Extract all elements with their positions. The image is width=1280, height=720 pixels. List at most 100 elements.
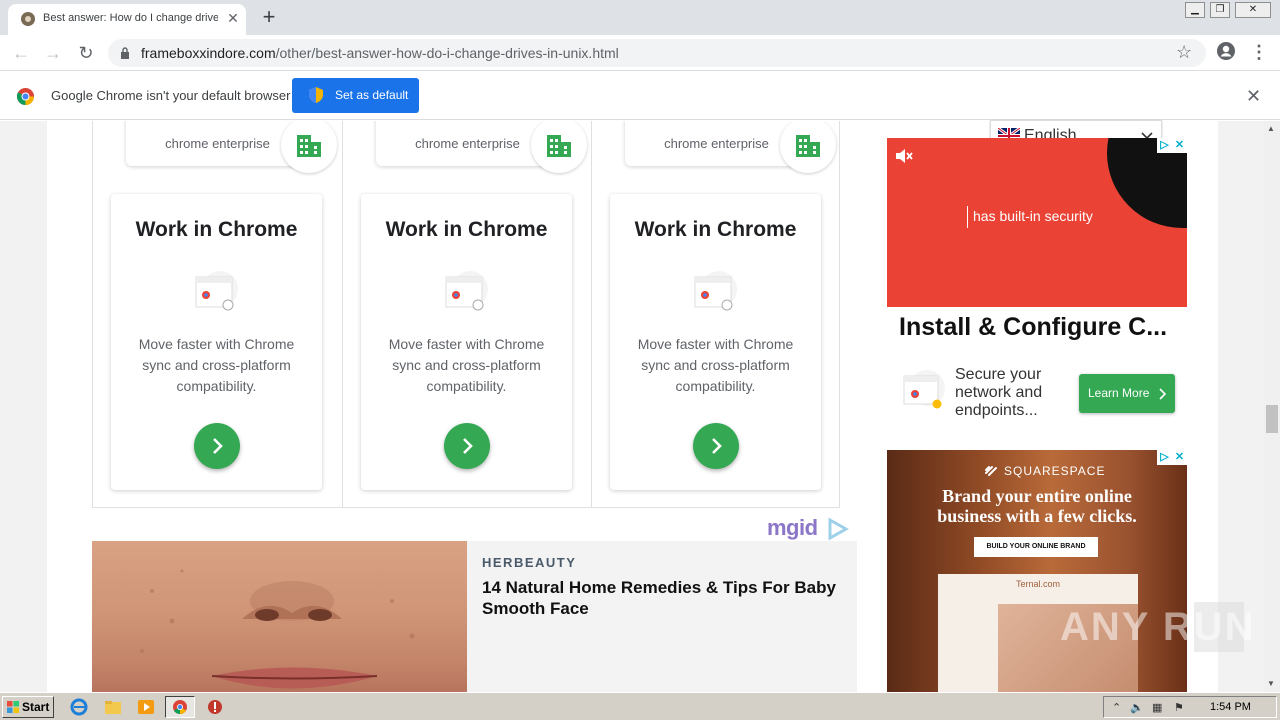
face-photo	[92, 541, 467, 692]
preview-brand: Ternal.com	[1015, 579, 1060, 589]
learn-more-label: Learn More	[1088, 386, 1150, 400]
ad-column: chrome enterprise Work in Chrome Move fa…	[591, 121, 840, 508]
sidebar-ad-text: Secure your network and endpoints...	[955, 366, 1043, 419]
video-caption: has built-in security	[973, 208, 1093, 224]
scroll-down-arrow-icon[interactable]: ▼	[1267, 679, 1275, 688]
chevron-right-icon	[1159, 388, 1167, 400]
action-center-flag-icon[interactable]: ⚑	[1174, 701, 1184, 714]
headline-line-1: Brand your entire online	[942, 486, 1132, 506]
start-label: Start	[22, 700, 50, 714]
internet-explorer-icon[interactable]	[70, 698, 88, 716]
forward-button[interactable]: →	[42, 42, 64, 64]
maximize-button[interactable]: ❐	[1210, 2, 1230, 18]
chrome-enterprise-ad[interactable]: chrome enterprise Work in Chrome Move fa…	[92, 121, 840, 508]
work-in-chrome-card[interactable]: Work in Chrome Move faster with Chrome s…	[361, 194, 572, 490]
scrollbar-thumb[interactable]	[1266, 405, 1278, 433]
work-in-chrome-card[interactable]: Work in Chrome Move faster with Chrome s…	[610, 194, 821, 490]
card-description: Move faster with Chrome sync and cross-p…	[637, 336, 794, 394]
chrome-taskbar-button[interactable]	[165, 696, 195, 718]
set-as-default-button[interactable]: Set as default	[292, 78, 419, 113]
tab-close-icon[interactable]: ✕	[225, 10, 241, 26]
native-ad-card[interactable]: HERBEAUTY 14 Natural Home Remedies & Tip…	[92, 541, 857, 692]
windows-logo-icon	[7, 701, 19, 713]
video-ad[interactable]: has built-in security ▷ ✕	[887, 138, 1187, 307]
chrome-menu-icon[interactable]: ⋮	[1250, 41, 1268, 63]
site-favicon-icon	[21, 12, 35, 26]
anyrun-watermark: ANY RUN	[1060, 605, 1256, 649]
card-description: Move faster with Chrome sync and cross-p…	[138, 336, 295, 394]
start-button[interactable]: Start	[2, 696, 54, 718]
building-icon	[531, 121, 587, 173]
squarespace-headline: Brand your entire online business with a…	[887, 486, 1187, 526]
url-domain: frameboxxindore.com	[141, 45, 276, 61]
url-text: frameboxxindore.com/other/best-answer-ho…	[141, 45, 619, 61]
browser-toolbar: ← → ↻ frameboxxindore.com/other/best-ans…	[0, 35, 1280, 71]
tab-strip: Best answer: How do I change drive ✕ + ▁…	[0, 0, 1280, 35]
page-scrollbar[interactable]: ▲ ▼	[1264, 121, 1280, 692]
url-path: /other/best-answer-how-do-i-change-drive…	[275, 45, 619, 61]
volume-icon[interactable]: 🔈	[1130, 701, 1144, 714]
build-brand-button[interactable]: BUILD YOUR ONLINE BRAND	[974, 537, 1098, 557]
squarespace-logo-icon	[985, 466, 997, 476]
squarespace-ad[interactable]: SQUARESPACE Brand your entire online bus…	[887, 450, 1187, 692]
file-explorer-icon[interactable]	[104, 698, 122, 716]
muted-speaker-icon[interactable]	[895, 148, 913, 164]
card-description: Move faster with Chrome sync and cross-p…	[388, 336, 545, 394]
mgid-logo[interactable]: mgid	[767, 515, 818, 541]
browser-window-icon	[903, 370, 945, 409]
browser-window-icon	[694, 271, 737, 311]
profile-avatar-icon[interactable]	[1216, 41, 1236, 61]
address-bar[interactable]: frameboxxindore.com/other/best-answer-ho…	[108, 39, 1206, 67]
next-arrow-button[interactable]	[693, 423, 739, 469]
adchoices-icon[interactable]: ▷	[1157, 138, 1172, 153]
card-title: Work in Chrome	[385, 218, 548, 241]
system-tray: ⌃ 🔈 ▦ ⚑ 1:54 PM	[1103, 696, 1277, 718]
card-title: Work in Chrome	[634, 218, 797, 241]
next-arrow-button[interactable]	[194, 423, 240, 469]
back-button[interactable]: ←	[10, 42, 32, 64]
lock-icon	[121, 47, 129, 59]
mgid-adchoice-icon[interactable]	[827, 518, 849, 540]
sidebar-ad-title[interactable]: Install & Configure C...	[899, 313, 1189, 342]
minimize-button[interactable]: ▁	[1185, 2, 1205, 18]
building-icon	[281, 121, 337, 173]
tab-title: Best answer: How do I change drive	[43, 12, 218, 24]
show-hidden-icons-icon[interactable]: ⌃	[1112, 701, 1121, 714]
next-arrow-button[interactable]	[444, 423, 490, 469]
taskbar-clock[interactable]: 1:54 PM	[1210, 701, 1251, 713]
network-icon[interactable]: ▦	[1152, 701, 1162, 714]
infobar-close-icon[interactable]: ✕	[1246, 86, 1261, 107]
media-player-icon[interactable]	[137, 698, 155, 716]
close-window-button[interactable]: ✕	[1235, 2, 1271, 18]
face-illustration	[140, 569, 415, 689]
adchoices-icon[interactable]: ▷	[1157, 450, 1172, 465]
ad-close-icon[interactable]: ✕	[1172, 138, 1187, 153]
work-in-chrome-card[interactable]: Work in Chrome Move faster with Chrome s…	[111, 194, 322, 490]
uac-shield-icon	[309, 87, 323, 103]
default-browser-infobar: Google Chrome isn't your default browser…	[0, 72, 1280, 120]
chrome-logo-icon	[16, 87, 35, 106]
text-cursor	[967, 206, 968, 228]
ad-column: chrome enterprise Work in Chrome Move fa…	[342, 121, 591, 508]
ad-close-icon[interactable]: ✕	[1172, 450, 1187, 465]
security-alert-icon[interactable]	[206, 698, 224, 716]
bookmark-star-icon[interactable]: ☆	[1176, 42, 1192, 63]
windows-taskbar: Start ⌃ 🔈 ▦ ⚑ 1:54 PM	[0, 692, 1280, 720]
enterprise-card: chrome enterprise	[376, 121, 587, 173]
scroll-up-arrow-icon[interactable]: ▲	[1267, 124, 1275, 133]
new-tab-button[interactable]: +	[259, 6, 279, 28]
native-ad-title[interactable]: 14 Natural Home Remedies & Tips For Baby…	[482, 577, 842, 619]
enterprise-card: chrome enterprise	[126, 121, 337, 173]
card-title: Work in Chrome	[135, 218, 298, 241]
squarespace-wordmark: SQUARESPACE	[1004, 464, 1106, 478]
infobar-message: Google Chrome isn't your default browser	[51, 88, 291, 103]
set-as-default-label: Set as default	[335, 88, 409, 102]
chrome-logo-icon	[173, 700, 187, 715]
browser-window-icon	[195, 271, 238, 311]
learn-more-button[interactable]: Learn More	[1079, 374, 1175, 413]
building-icon	[780, 121, 836, 173]
enterprise-card: chrome enterprise	[625, 121, 836, 173]
browser-tab[interactable]: Best answer: How do I change drive ✕	[8, 4, 246, 35]
ad-column: chrome enterprise Work in Chrome Move fa…	[93, 121, 342, 508]
reload-button[interactable]: ↻	[75, 42, 97, 64]
